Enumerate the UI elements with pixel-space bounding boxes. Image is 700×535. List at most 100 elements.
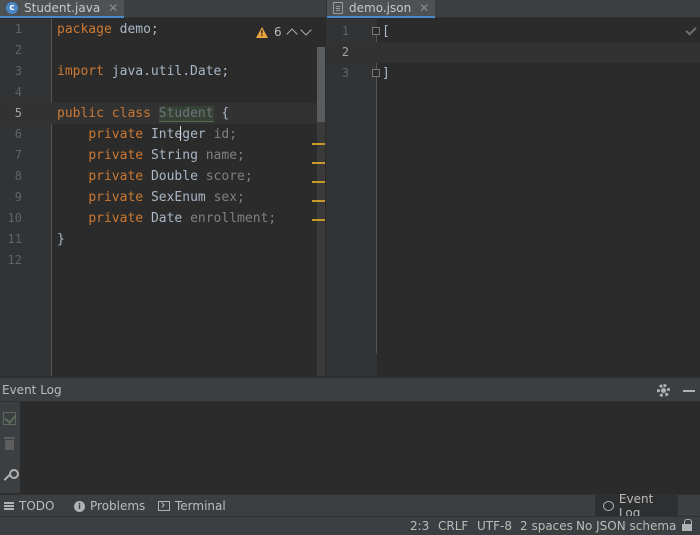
panel-title: Event Log xyxy=(2,383,62,397)
code-line[interactable]: 4 xyxy=(0,82,326,103)
field-name: sex; xyxy=(213,190,245,205)
line-number: 1 xyxy=(14,22,22,36)
json-file-icon xyxy=(333,2,343,14)
scrollbar-thumb[interactable] xyxy=(317,47,325,122)
line-number: 5 xyxy=(14,106,22,120)
lock-icon[interactable] xyxy=(681,519,693,532)
minimize-icon[interactable] xyxy=(683,390,695,392)
line-number: 11 xyxy=(7,232,22,246)
line-separator[interactable]: CRLF xyxy=(438,519,468,533)
mouse-ibeam-cursor xyxy=(180,126,186,141)
json-schema-selector[interactable]: No JSON schema xyxy=(576,519,676,533)
problems-button[interactable]: i Problems xyxy=(74,495,145,517)
type-name: SexEnum xyxy=(150,190,206,205)
event-log-header: Event Log xyxy=(0,377,700,402)
line-number: 3 xyxy=(341,66,349,80)
mark-all-read-icon[interactable] xyxy=(3,412,16,425)
problems-label: Problems xyxy=(90,499,146,513)
line-number: 10 xyxy=(7,211,22,225)
import-path: java.util.Date; xyxy=(103,64,230,79)
event-log-panel: Event Log xyxy=(0,377,700,493)
editor-demo-json[interactable]: 1 [ 2 3 ] xyxy=(327,19,700,376)
event-log-button[interactable]: Event Log xyxy=(595,492,678,520)
line-number: 2 xyxy=(14,43,22,57)
field-name: id; xyxy=(213,127,238,142)
json-bracket: ] xyxy=(382,66,390,81)
keyword: class xyxy=(111,106,151,121)
editor-student-java[interactable]: 1 package demo; 2 3 import java.util.Dat… xyxy=(0,19,326,376)
close-tab-icon[interactable]: ✕ xyxy=(108,1,118,15)
inspection-widget[interactable]: ! 6 xyxy=(256,24,312,40)
line-number: 8 xyxy=(14,169,22,183)
line-number: 12 xyxy=(7,253,22,267)
tool-window-bar: TODO i Problems Terminal Event Log xyxy=(0,492,700,520)
code-line[interactable]: 7 private String name; xyxy=(0,145,326,166)
trash-icon[interactable] xyxy=(3,437,16,450)
terminal-icon xyxy=(158,501,170,511)
package-name: demo; xyxy=(111,22,159,37)
line-number: 1 xyxy=(341,24,349,38)
warning-marker[interactable] xyxy=(312,143,325,145)
warning-marker[interactable] xyxy=(312,200,325,202)
class-name[interactable]: Student xyxy=(158,106,214,122)
field-name: enrollment; xyxy=(190,211,277,226)
warning-marker[interactable] xyxy=(312,219,325,221)
list-icon xyxy=(4,502,14,510)
fold-marker-icon[interactable] xyxy=(372,69,380,77)
wrench-icon[interactable] xyxy=(3,469,19,482)
line-number: 7 xyxy=(14,148,22,162)
status-bar: 2:3 CRLF UTF-8 2 spaces No JSON schema xyxy=(0,516,700,535)
code-line-current[interactable]: 5 public class Student { xyxy=(0,103,326,124)
terminal-button[interactable]: Terminal xyxy=(158,495,226,517)
code-line[interactable]: 12 xyxy=(0,250,326,271)
line-number: 3 xyxy=(14,64,22,78)
code-line[interactable]: 9 private SexEnum sex; xyxy=(0,187,326,208)
line-number: 4 xyxy=(14,85,22,99)
warning-marker[interactable] xyxy=(312,181,325,183)
keyword: private xyxy=(88,190,144,205)
file-encoding[interactable]: UTF-8 xyxy=(477,519,512,533)
code-line[interactable]: 11 } xyxy=(0,229,326,250)
indent-setting[interactable]: 2 spaces xyxy=(520,519,573,533)
code-line[interactable]: 6 private Integer id; xyxy=(0,124,326,145)
keyword: public xyxy=(57,106,104,121)
code-line[interactable]: 10 private Date enrollment; xyxy=(0,208,326,229)
todo-label: TODO xyxy=(19,499,55,513)
vertical-scrollbar[interactable] xyxy=(317,47,325,376)
field-name: score; xyxy=(205,169,253,184)
left-tab-bar: c Student.java ✕ xyxy=(0,0,326,18)
brace: } xyxy=(57,232,65,247)
gear-icon[interactable] xyxy=(657,384,670,397)
code-line[interactable]: 3 import java.util.Date; xyxy=(0,61,326,82)
keyword: private xyxy=(88,211,144,226)
info-icon: i xyxy=(74,500,85,512)
json-bracket: [ xyxy=(382,24,390,39)
terminal-label: Terminal xyxy=(175,499,226,513)
code-line[interactable]: 3 ] xyxy=(327,63,700,84)
speech-bubble-icon xyxy=(603,501,614,511)
tab-label: demo.json xyxy=(349,1,412,15)
type-name: Integer xyxy=(150,127,206,142)
tab-demo-json[interactable]: demo.json ✕ xyxy=(327,0,436,18)
caret-position[interactable]: 2:3 xyxy=(410,519,429,533)
type-name: Date xyxy=(150,211,183,226)
close-tab-icon[interactable]: ✕ xyxy=(419,1,429,15)
brace: { xyxy=(213,106,230,121)
previous-highlight-icon[interactable] xyxy=(285,28,298,40)
line-number: 9 xyxy=(14,190,22,204)
warning-count: 6 xyxy=(274,25,282,39)
next-highlight-icon[interactable] xyxy=(299,24,312,36)
right-tab-bar: demo.json ✕ xyxy=(327,0,700,18)
keyword: private xyxy=(88,169,144,184)
warning-marker[interactable] xyxy=(312,162,325,164)
type-name: Double xyxy=(150,169,198,184)
code-line[interactable]: 1 [ xyxy=(327,21,700,42)
fold-marker-icon[interactable] xyxy=(372,27,380,35)
tab-student-java[interactable]: c Student.java ✕ xyxy=(0,0,125,18)
keyword: package xyxy=(57,22,112,37)
field-name: name; xyxy=(205,148,245,163)
code-line[interactable]: 8 private Double score; xyxy=(0,166,326,187)
code-line[interactable]: 2 xyxy=(0,40,326,61)
code-line-current[interactable]: 2 xyxy=(327,42,700,63)
todo-button[interactable]: TODO xyxy=(4,495,54,517)
